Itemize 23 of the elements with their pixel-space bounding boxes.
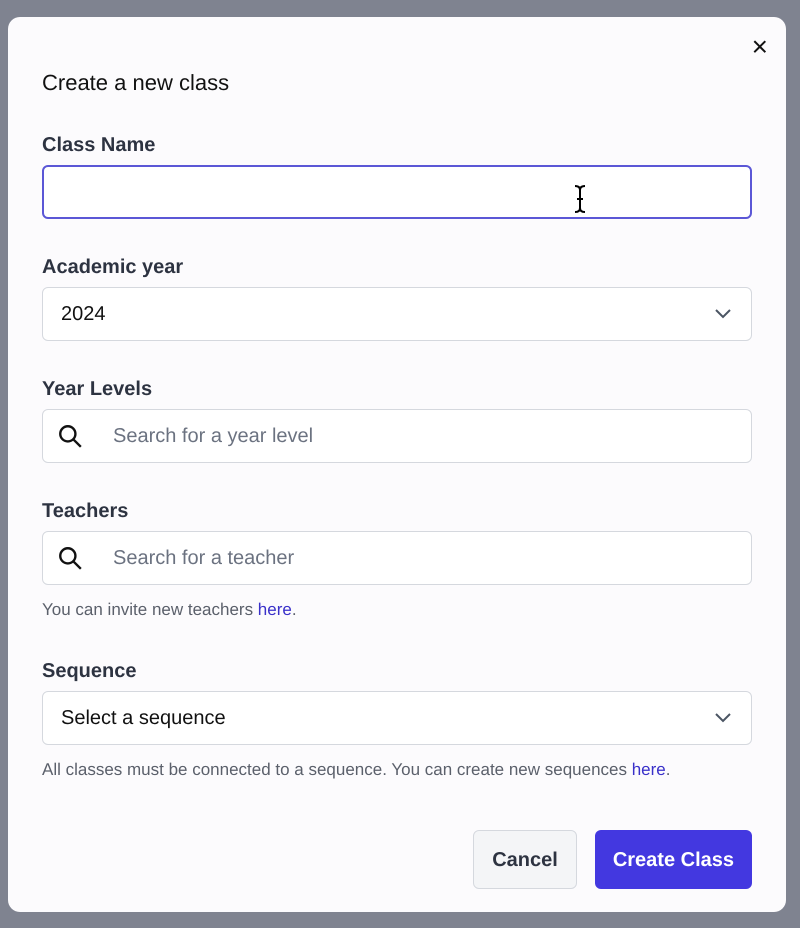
text-cursor-icon — [574, 185, 586, 213]
help-text: All classes must be connected to a sequence. You can create new sequences here. — [42, 758, 672, 780]
select-field[interactable]: 2024 — [42, 287, 752, 341]
field-label: Class Name — [42, 133, 156, 157]
field-label: Teachers — [42, 499, 130, 523]
field-label: Academic year — [42, 255, 184, 279]
select-field[interactable]: Select a sequence — [42, 690, 752, 744]
search-icon — [57, 545, 83, 571]
create-button[interactable]: Create Class — [594, 830, 752, 889]
field-label: Year Levels — [42, 377, 154, 401]
text-field[interactable] — [42, 165, 752, 219]
close-button[interactable]: × — [752, 33, 768, 61]
search-field[interactable]: Search for a teacher — [42, 531, 752, 585]
search-icon — [57, 423, 83, 449]
search-field[interactable]: Search for a year level — [42, 409, 752, 463]
field-label: Sequence — [42, 658, 138, 682]
here-link[interactable]: here — [258, 600, 292, 619]
here-link[interactable]: here — [632, 760, 666, 778]
help-text: You can invite new teachers here. — [42, 599, 298, 621]
chevron-down-icon — [715, 309, 731, 319]
chevron-down-icon — [715, 712, 731, 722]
cancel-button[interactable]: Cancel — [473, 830, 577, 889]
dialog-title: Create a new class — [42, 69, 230, 97]
